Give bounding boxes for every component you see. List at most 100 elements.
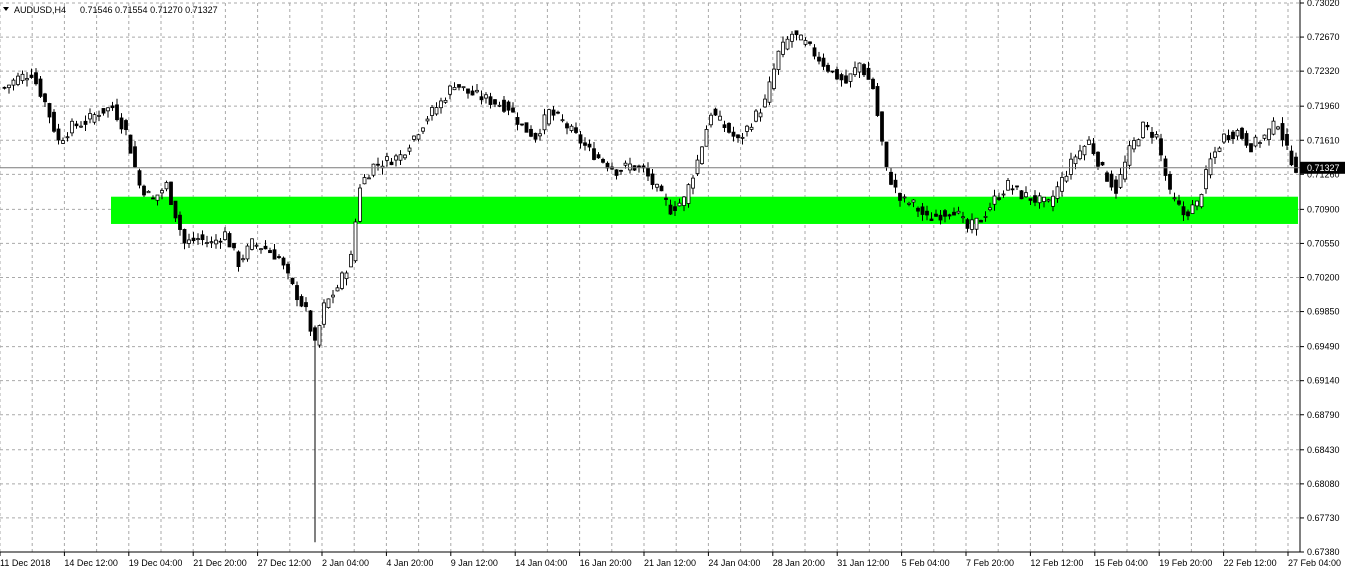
candle-body (367, 177, 371, 180)
candle-body (547, 109, 551, 125)
candle (461, 86, 466, 91)
candle (1136, 138, 1141, 147)
candle-body (1226, 135, 1231, 141)
candle (736, 134, 740, 143)
candle (565, 121, 569, 135)
candle-body (43, 93, 47, 103)
candle-body (65, 136, 70, 139)
candle-body (511, 107, 515, 113)
candle-body (29, 74, 34, 78)
candle-body (1222, 133, 1226, 143)
dropdown-arrow-icon[interactable] (3, 7, 9, 11)
candle-body (916, 207, 920, 212)
candle (137, 168, 142, 189)
candle-body (880, 111, 884, 142)
candle (304, 297, 308, 312)
candle-body (578, 134, 583, 144)
candle (1105, 170, 1109, 182)
candle-body (1195, 200, 1199, 207)
candle (785, 36, 790, 51)
candle-body (569, 125, 574, 131)
candle-body (1199, 193, 1204, 208)
candle (803, 37, 808, 47)
candle (799, 34, 803, 41)
candle (781, 36, 785, 58)
candle (974, 217, 979, 236)
candle-body (83, 120, 88, 125)
candle (223, 227, 227, 241)
candle (839, 72, 844, 87)
candle (533, 132, 538, 143)
candle-body (848, 73, 853, 82)
candle (506, 100, 511, 116)
candle-body (1213, 151, 1217, 158)
candle (614, 169, 619, 180)
candle-body (1235, 129, 1240, 137)
candle (470, 85, 475, 96)
candle-body (430, 107, 434, 116)
candle (1271, 117, 1276, 136)
candle-body (70, 120, 74, 134)
chart-canvas[interactable]: 0.730200.726700.723200.719600.716100.712… (0, 0, 1355, 578)
candle (376, 157, 380, 171)
candle-body (47, 103, 52, 118)
y-tick-label: 0.72670 (1307, 32, 1340, 42)
candle-body (362, 177, 367, 185)
candle (452, 82, 457, 91)
candle-body (1181, 206, 1186, 216)
candle-body (970, 219, 974, 230)
candle (853, 61, 857, 77)
candle-body (187, 239, 191, 244)
candle-body (866, 67, 871, 80)
candle-body (790, 33, 794, 42)
candle (700, 146, 704, 165)
candle-body (209, 241, 214, 244)
candle-body (929, 218, 934, 222)
x-tick-label: 21 Dec 20:00 (193, 558, 247, 568)
candle-body (349, 253, 353, 268)
candle-body (322, 302, 326, 325)
candle-body (34, 72, 38, 85)
candle (245, 243, 250, 262)
candle-body (1217, 147, 1222, 152)
candle (754, 109, 758, 123)
candle (281, 256, 286, 270)
chart-window[interactable]: 0.73020 0.72670 0.72320 0.71960 0.71610 0.712… (0, 0, 1355, 578)
candle (110, 101, 115, 111)
candle-body (587, 143, 592, 148)
candle (2, 86, 7, 90)
candle (862, 63, 866, 77)
candle (1087, 136, 1091, 145)
candle (430, 105, 434, 121)
candle (209, 236, 214, 248)
candle-body (416, 134, 421, 140)
candle-body (1285, 134, 1289, 146)
candle (434, 102, 439, 116)
candle (218, 238, 223, 249)
candle (875, 82, 880, 117)
candle (1222, 133, 1226, 145)
candle (610, 162, 614, 171)
candle (79, 121, 83, 128)
candle (277, 254, 281, 260)
candle (749, 123, 754, 132)
candle-body (200, 234, 205, 241)
candle (551, 106, 556, 121)
y-tick-label: 0.73020 (1307, 0, 1340, 8)
candle-body (682, 196, 686, 206)
candle (745, 124, 749, 137)
y-tick-label: 0.72320 (1307, 66, 1340, 76)
candle-body (142, 185, 146, 196)
candle-body (79, 125, 83, 128)
candle (394, 153, 398, 167)
candle-body (101, 108, 106, 114)
candle (817, 51, 821, 65)
candle (416, 133, 421, 142)
candle-body (178, 214, 182, 230)
candle-body (911, 199, 916, 203)
candle-body (803, 40, 808, 45)
candle-body (1145, 124, 1150, 128)
candle-body (785, 38, 790, 50)
candle (808, 41, 812, 46)
candle (232, 242, 236, 251)
